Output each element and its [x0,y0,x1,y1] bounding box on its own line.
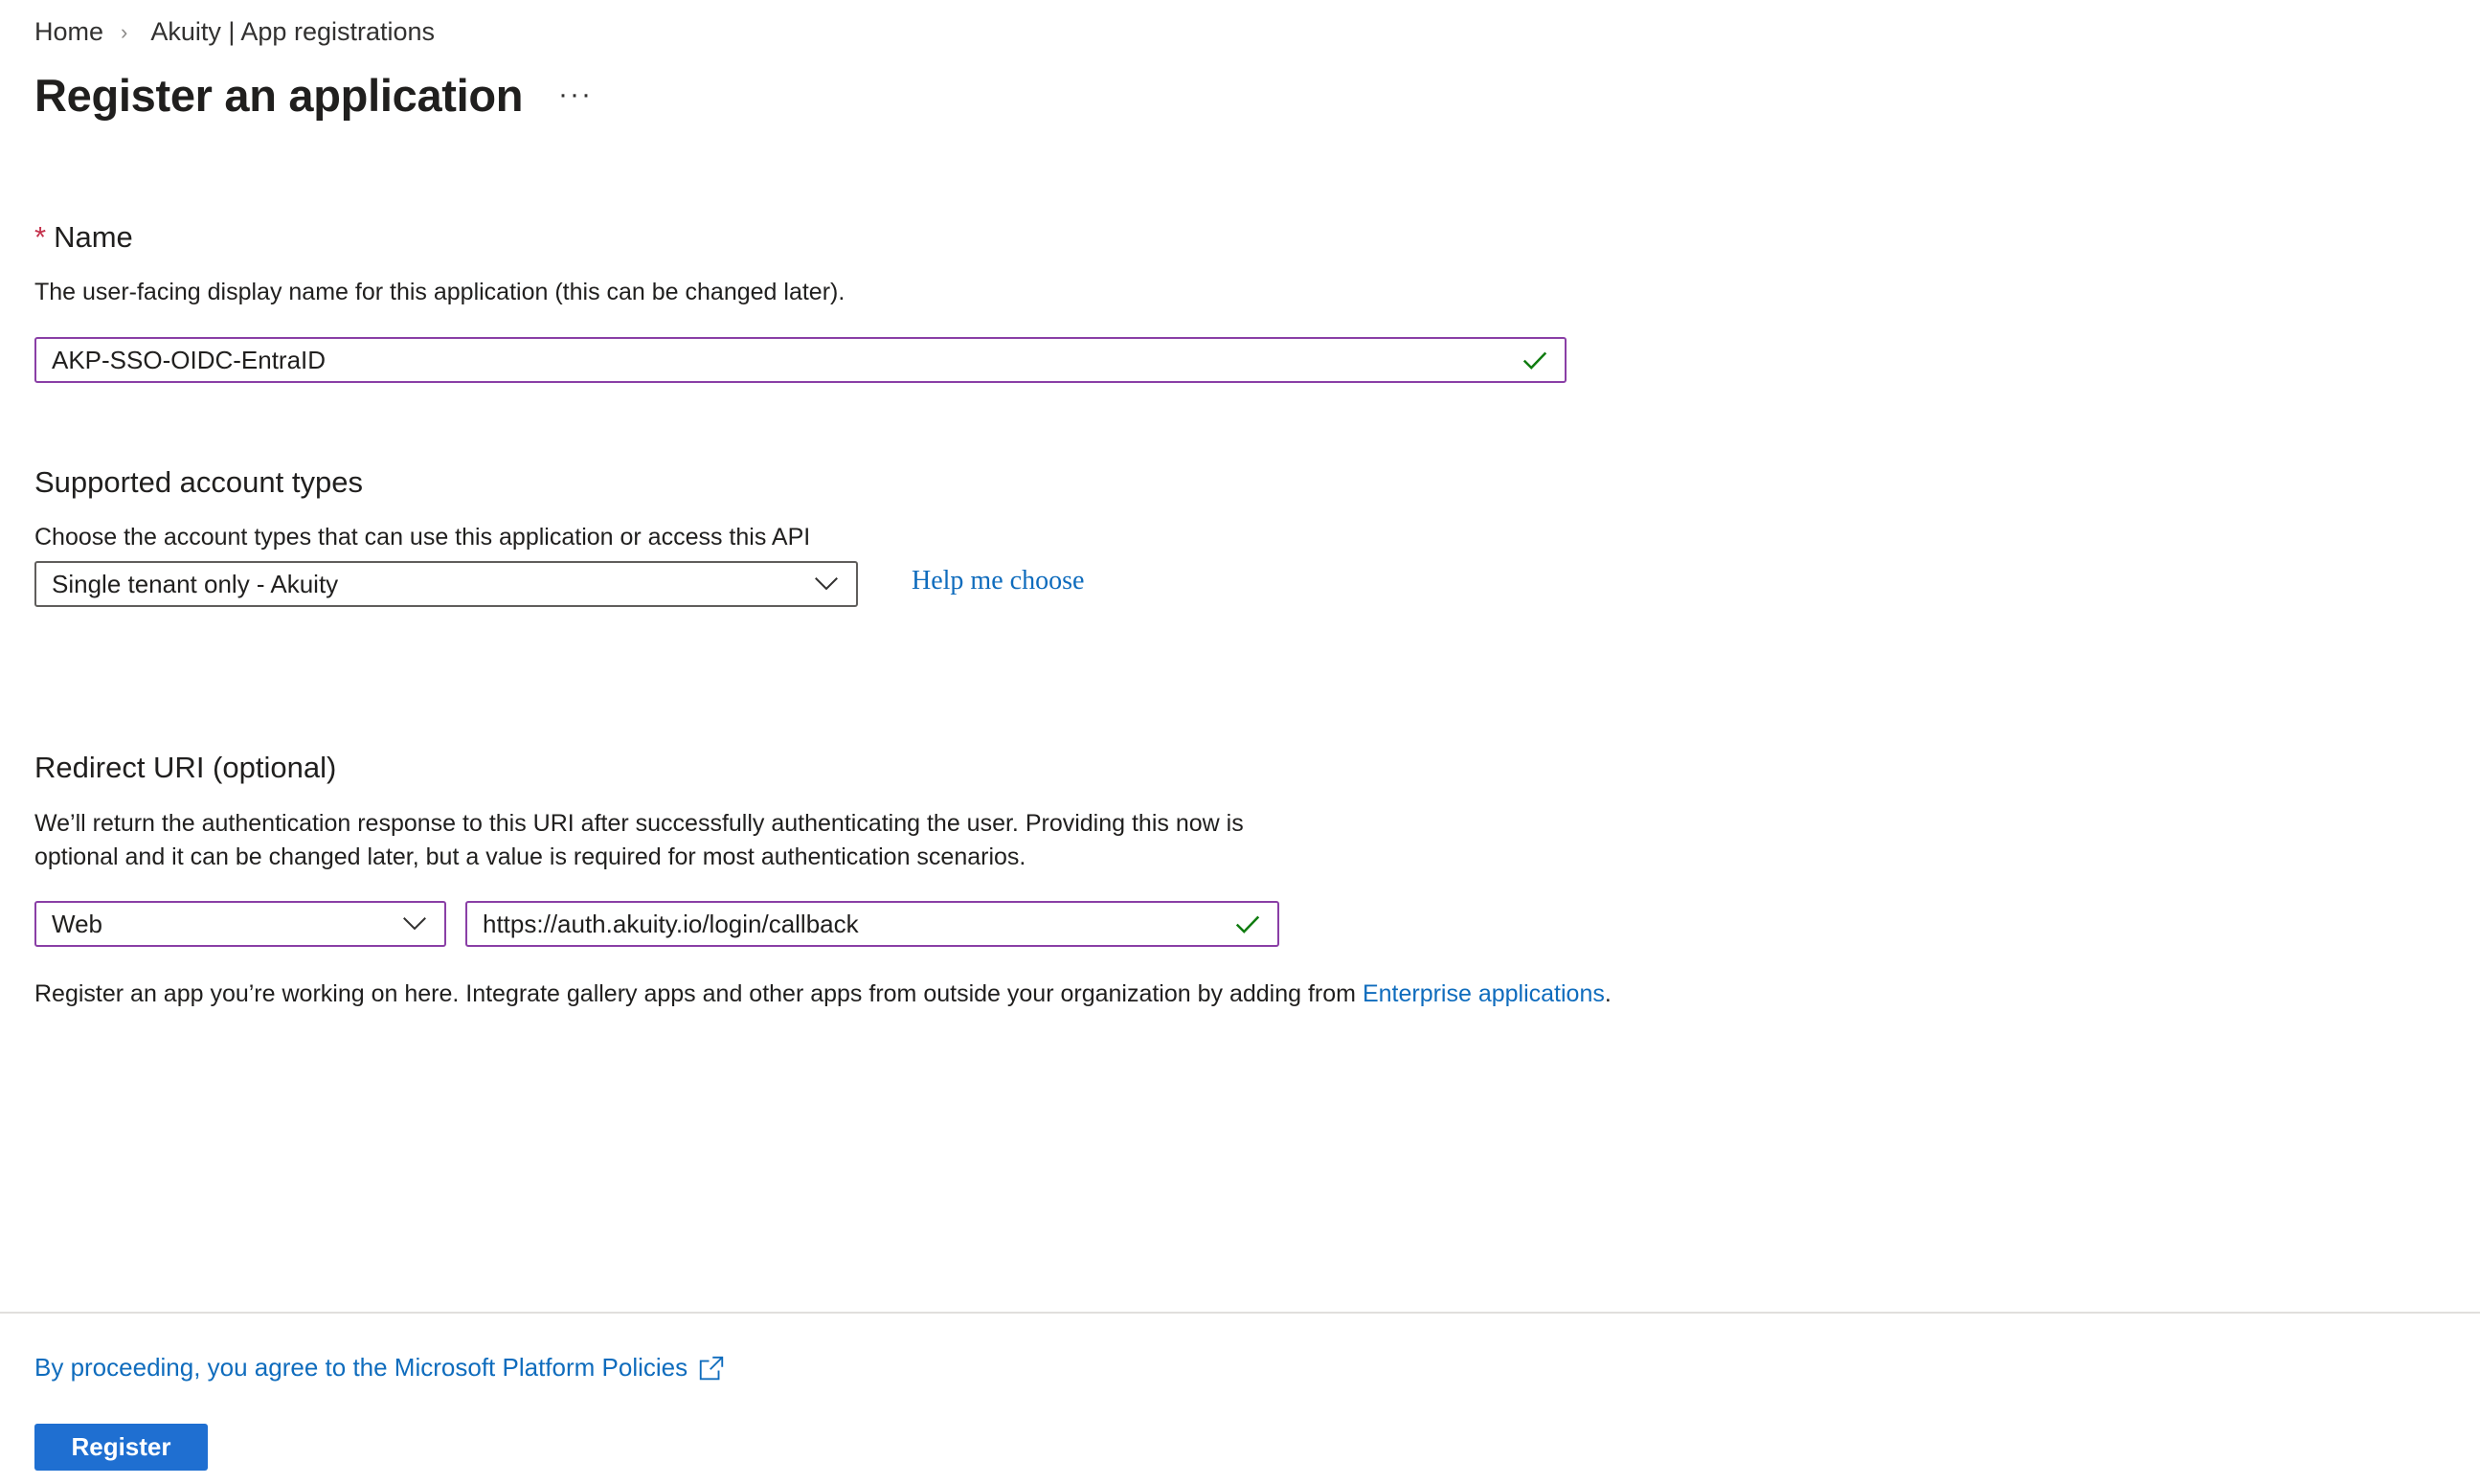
platform-policies-text: By proceeding, you agree to the Microsof… [34,1353,688,1382]
breadcrumb: Home › Akuity | App registrations [34,17,435,47]
redirect-uri-input[interactable]: https://auth.akuity.io/login/callback [465,901,1279,947]
required-mark: * [34,220,47,254]
page-title: Register an application [34,70,524,121]
name-label-text: Name [54,220,133,254]
name-description: The user-facing display name for this ap… [34,279,845,305]
chevron-down-icon [403,917,426,931]
platform-selected: Web [52,909,102,938]
register-info-text: Register an app you’re working on here. … [34,980,1363,1007]
redirect-uri-value: https://auth.akuity.io/login/callback [483,909,859,938]
register-info-suffix: . [1604,980,1612,1007]
checkmark-icon [1522,351,1547,370]
chevron-right-icon: › [121,19,128,44]
platform-select[interactable]: Web [34,901,446,947]
register-button[interactable]: Register [34,1424,208,1471]
chevron-down-icon [815,577,838,591]
breadcrumb-app-registrations[interactable]: Akuity | App registrations [150,17,435,47]
account-types-label: Supported account types [34,465,363,499]
more-options-icon[interactable]: ··· [558,79,593,111]
help-me-choose-link[interactable]: Help me choose [912,566,1084,596]
breadcrumb-home[interactable]: Home [34,17,103,47]
open-in-new-icon [699,1356,724,1380]
name-input[interactable]: AKP-SSO-OIDC-EntraID [34,337,1567,383]
account-types-description: Choose the account types that can use th… [34,524,811,551]
account-types-select[interactable]: Single tenant only - Akuity [34,561,858,607]
platform-policies-link[interactable]: By proceeding, you agree to the Microsof… [34,1353,726,1383]
redirect-description-line2: optional and it can be changed later, bu… [34,843,1026,870]
name-input-value: AKP-SSO-OIDC-EntraID [52,345,327,374]
name-label: * Name [34,220,133,255]
redirect-description: We’ll return the authentication response… [34,807,1244,874]
register-info: Register an app you’re working on here. … [34,978,1612,1011]
checkmark-icon [1235,915,1260,933]
footer-divider [0,1312,2480,1314]
account-types-selected: Single tenant only - Akuity [52,569,339,598]
redirect-description-line1: We’ll return the authentication response… [34,810,1244,837]
redirect-uri-label: Redirect URI (optional) [34,751,337,784]
enterprise-applications-link[interactable]: Enterprise applications [1363,980,1605,1007]
